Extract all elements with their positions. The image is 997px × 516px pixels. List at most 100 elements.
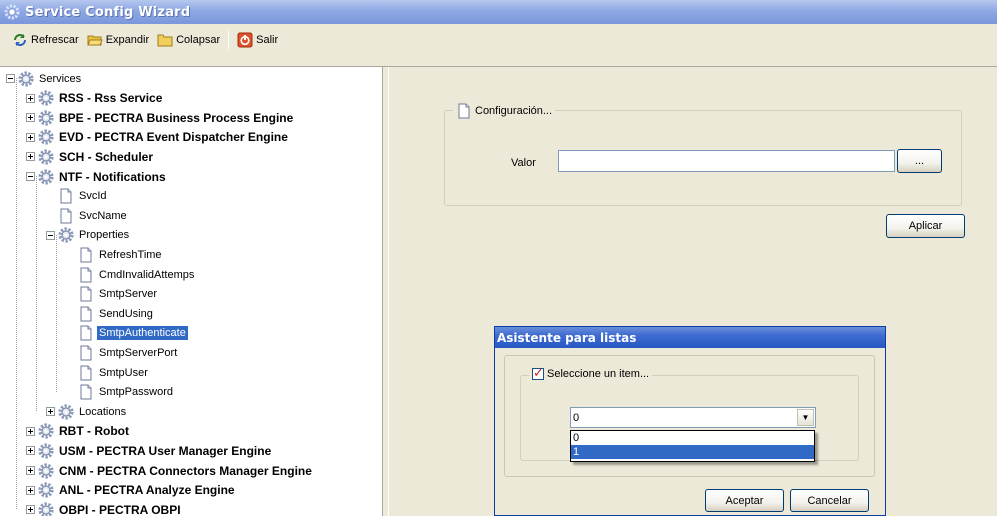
tree-node[interactable]: NTF - Notifications [26,167,168,186]
tree-node[interactable]: RefreshTime [66,245,164,264]
tree-node[interactable]: CmdInvalidAttemps [66,265,196,284]
folder-open-icon [86,35,103,46]
expand-icon[interactable] [26,113,35,123]
tree-node[interactable]: Locations [46,402,128,421]
tree-node[interactable]: SCH - Scheduler [26,147,155,166]
tree-node-label: SmtpServer [99,288,158,301]
document-icon [60,188,72,204]
toolbar: Refrescar Expandir Colapsar Salir [0,24,997,67]
expand-icon[interactable] [26,446,35,456]
gear-icon [38,482,54,498]
tree-node[interactable]: SvcName [46,206,129,225]
refresh-label: Refrescar [31,34,79,46]
tree-node-label: RefreshTime [99,248,162,261]
tree-node[interactable]: SmtpAuthenticate [66,324,188,343]
dropdown-option-selected[interactable]: 1 [571,445,814,459]
document-icon [80,286,92,302]
tree-node-label: SmtpPassword [99,386,173,399]
collapse-button[interactable]: Colapsar [153,29,224,51]
services-tree[interactable]: Services RSS - Rss Service BPE - PECTRA Bu… [0,67,383,516]
panel-splitter[interactable] [384,67,389,516]
collapse-icon[interactable] [6,74,15,83]
tree-node-label: SmtpUser [99,366,148,379]
tree-node[interactable]: EVD - PECTRA Event Dispatcher Engine [26,128,290,147]
gear-icon [58,404,74,420]
dialog-title-bar: Asistente para listas [495,327,885,348]
tree-guide-line [56,234,57,392]
expand-icon[interactable] [26,466,35,475]
tree-node[interactable]: SmtpServerPort [66,343,179,362]
tree-node[interactable]: Properties [46,226,131,245]
folder-icon [157,34,173,47]
expand-icon[interactable] [26,132,35,142]
document-icon [80,267,92,282]
tree-node[interactable]: SendUsing [66,304,155,323]
app-gear-icon [4,4,20,20]
tree-node[interactable]: SmtpServer [66,285,159,304]
document-icon [60,208,72,224]
gear-icon [38,110,54,126]
gear-icon [38,168,54,185]
value-label: Valor [511,157,536,169]
expand-icon[interactable] [26,152,35,162]
gear-icon [38,502,54,516]
tree-node[interactable]: RSS - Rss Service [26,89,164,108]
collapse-icon[interactable] [26,172,35,181]
tree-node-label: CmdInvalidAttemps [99,268,195,281]
tree-node-label: Services [39,72,82,85]
gear-icon [38,423,54,439]
tree-node[interactable]: OBPI - PECTRA OBPI [26,500,183,516]
tree-node[interactable]: Services [6,69,83,88]
exit-button[interactable]: Salir [233,29,282,51]
collapse-label: Colapsar [176,34,221,46]
gear-icon [18,70,34,87]
gear-icon [38,462,54,479]
title-bar: Service Config Wizard [0,0,997,24]
tree-node-label: CNM - PECTRA Connectors Manager Engine [59,463,312,478]
tree-node[interactable]: USM - PECTRA User Manager Engine [26,441,273,460]
tree-node[interactable]: ANL - PECTRA Analyze Engine [26,481,237,500]
refresh-button[interactable]: Refrescar [8,29,83,51]
accept-button[interactable]: Aceptar [705,489,784,512]
expand-icon[interactable] [26,485,35,495]
list-wizard-dialog: Asistente para listas Seleccione un item… [494,326,886,516]
item-combo[interactable]: 0 ▼ [570,407,816,428]
value-input[interactable] [558,150,895,172]
tree-node[interactable]: SvcId [46,187,109,206]
tree-node-label: BPE - PECTRA Business Process Engine [59,110,294,125]
tree-node[interactable]: BPE - PECTRA Business Process Engine [26,108,295,127]
gear-icon [38,443,54,459]
tree-node[interactable]: SmtpUser [66,363,150,382]
document-icon [80,306,92,322]
checkbox-icon[interactable] [532,365,544,381]
toolbar-separator [228,31,230,49]
expand-icon[interactable] [46,407,55,417]
document-icon [458,103,470,119]
gear-icon [58,227,74,243]
tree-node-label: USM - PECTRA User Manager Engine [59,443,272,458]
chevron-down-icon[interactable]: ▼ [797,409,814,426]
expand-icon[interactable] [26,426,35,436]
tree-node-label: Properties [79,229,130,242]
dropdown-option[interactable]: 0 [571,431,814,445]
cancel-button[interactable]: Cancelar [790,489,869,512]
tree-node-label: SCH - Scheduler [59,149,154,164]
tree-node-label: EVD - PECTRA Event Dispatcher Engine [59,130,288,145]
tree-node-label: OBPI - PECTRA OBPI [59,502,181,516]
tree-node[interactable]: CNM - PECTRA Connectors Manager Engine [26,461,314,480]
expand-icon[interactable] [26,93,35,103]
browse-button[interactable]: ... [897,149,942,173]
tree-node-label: NTF - Notifications [59,169,166,184]
apply-button[interactable]: Aplicar [886,214,965,238]
gear-icon [38,129,54,145]
collapse-icon[interactable] [46,230,55,240]
tree-node[interactable]: SmtpPassword [66,383,175,402]
document-icon [80,247,92,263]
expand-icon[interactable] [26,505,35,515]
document-icon [80,345,92,361]
refresh-icon [14,34,26,46]
expand-button[interactable]: Expandir [83,29,153,51]
exit-label: Salir [256,34,279,46]
tree-node[interactable]: RBT - Robot [26,422,131,441]
exit-icon [237,32,253,48]
